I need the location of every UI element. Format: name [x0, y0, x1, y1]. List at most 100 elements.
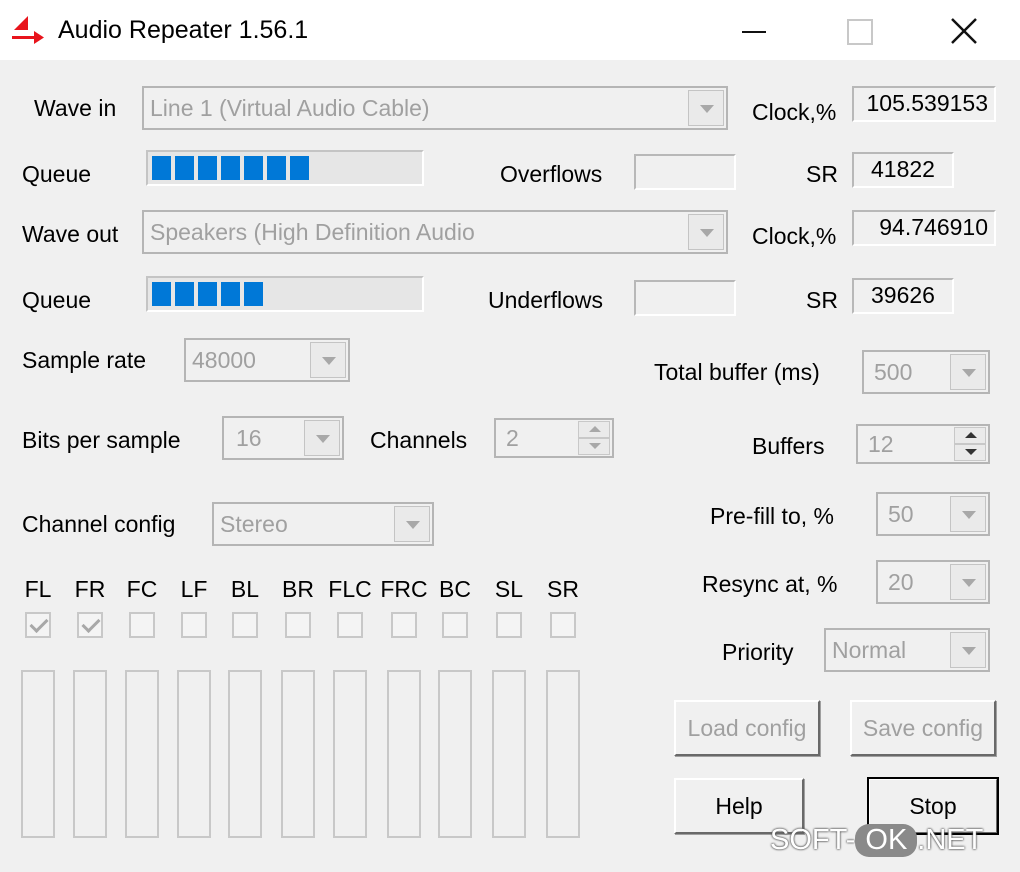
channel-level-meter-fr	[73, 670, 107, 838]
load-config-button[interactable]: Load config	[674, 700, 820, 756]
title-bar: Audio Repeater 1.56.1	[0, 0, 1020, 60]
channel-checkbox-lf[interactable]	[181, 612, 207, 638]
channel-checkbox-bc[interactable]	[442, 612, 468, 638]
channels-stepper[interactable]: 2	[494, 418, 614, 458]
prefill-value: 50	[888, 501, 914, 527]
sample-rate-select[interactable]: 48000	[184, 338, 350, 382]
channels-label: Channels	[370, 427, 468, 453]
channel-checkbox-frc[interactable]	[391, 612, 417, 638]
channel-checkbox-flc[interactable]	[337, 612, 363, 638]
channel-label-sl: SL	[494, 576, 524, 602]
minimize-button[interactable]	[712, 0, 792, 60]
channel-checkbox-br[interactable]	[285, 612, 311, 638]
channel-label-sr: SR	[547, 576, 579, 602]
channel-level-meter-bl	[228, 670, 262, 838]
channel-checkbox-bl[interactable]	[232, 612, 258, 638]
maximize-button[interactable]	[817, 0, 897, 60]
queue-segment	[175, 282, 194, 306]
input-queue-label: Queue	[22, 161, 92, 187]
channel-config-label: Channel config	[22, 511, 176, 537]
input-sr-label: SR	[806, 161, 838, 187]
wave-in-device-value: Line 1 (Virtual Audio Cable)	[150, 95, 430, 121]
channel-label-bl: BL	[230, 576, 260, 602]
underflows-value	[634, 280, 736, 316]
channel-checkbox-fc[interactable]	[129, 612, 155, 638]
channel-label-fr: FR	[74, 576, 106, 602]
channel-config-value: Stereo	[220, 511, 288, 537]
bits-per-sample-value: 16	[236, 425, 262, 451]
total-buffer-value: 500	[874, 359, 913, 385]
channel-label-fc: FC	[126, 576, 158, 602]
channel-level-meter-br	[281, 670, 315, 838]
queue-segment	[198, 156, 217, 180]
sample-rate-label: Sample rate	[22, 347, 147, 373]
overflows-value	[634, 154, 736, 190]
chevron-down-icon[interactable]	[394, 506, 430, 542]
channel-level-meter-sl	[492, 670, 526, 838]
chevron-down-icon[interactable]	[950, 496, 986, 532]
channel-level-meter-bc	[438, 670, 472, 838]
queue-segment	[198, 282, 217, 306]
chevron-down-icon[interactable]	[954, 444, 986, 461]
priority-value: Normal	[832, 637, 907, 663]
bits-per-sample-select[interactable]: 16	[222, 416, 344, 460]
wave-out-clock-value: 94.746910	[852, 210, 996, 246]
channel-checkbox-fl[interactable]	[25, 612, 51, 638]
wave-out-device-value: Speakers (High Definition Audio	[150, 219, 475, 245]
channel-checkbox-sr[interactable]	[550, 612, 576, 638]
save-config-button[interactable]: Save config	[850, 700, 996, 756]
close-button[interactable]	[922, 0, 1002, 60]
close-icon	[951, 18, 977, 44]
watermark-right: .NET	[917, 824, 984, 856]
queue-segment	[221, 282, 240, 306]
total-buffer-label: Total buffer (ms)	[654, 359, 820, 385]
chevron-down-icon[interactable]	[950, 632, 986, 668]
resync-value: 20	[888, 569, 914, 595]
buffers-stepper[interactable]: 12	[856, 424, 990, 464]
chevron-down-icon[interactable]	[688, 90, 724, 126]
chevron-up-icon[interactable]	[578, 421, 610, 438]
red-speaker-arrow-icon	[12, 16, 44, 44]
watermark: SOFT- OK .NET	[770, 824, 983, 857]
priority-select[interactable]: Normal	[824, 628, 990, 672]
chevron-down-icon[interactable]	[950, 354, 986, 390]
chevron-down-icon[interactable]	[950, 564, 986, 600]
wave-in-device-select[interactable]: Line 1 (Virtual Audio Cable)	[142, 86, 728, 130]
total-buffer-select[interactable]: 500	[862, 350, 990, 394]
channel-label-flc: FLC	[328, 576, 372, 602]
queue-segment	[152, 156, 171, 180]
chevron-down-icon[interactable]	[304, 420, 340, 456]
bits-per-sample-label: Bits per sample	[22, 427, 181, 453]
prefill-select[interactable]: 50	[876, 492, 990, 536]
wave-in-clock-value: 105.539153	[852, 86, 996, 122]
queue-segment	[175, 156, 194, 180]
chevron-down-icon[interactable]	[578, 438, 610, 455]
queue-segment	[152, 282, 171, 306]
buffers-value: 12	[868, 431, 894, 457]
watermark-pill: OK	[855, 824, 918, 857]
channel-checkbox-sl[interactable]	[496, 612, 522, 638]
window-title: Audio Repeater 1.56.1	[58, 16, 309, 44]
overflows-label: Overflows	[500, 161, 603, 187]
queue-segment	[221, 156, 240, 180]
queue-segment	[290, 156, 309, 180]
sample-rate-value: 48000	[192, 347, 256, 373]
channel-level-meter-fl	[21, 670, 55, 838]
channel-config-select[interactable]: Stereo	[212, 502, 434, 546]
channel-label-br: BR	[282, 576, 314, 602]
chevron-up-icon[interactable]	[954, 427, 986, 444]
input-sr-value: 41822	[852, 152, 954, 188]
channel-checkbox-fr[interactable]	[77, 612, 103, 638]
channel-level-meter-lf	[177, 670, 211, 838]
resync-label: Resync at, %	[702, 571, 838, 597]
chevron-down-icon[interactable]	[688, 214, 724, 250]
buffers-label: Buffers	[752, 433, 825, 459]
output-sr-label: SR	[806, 287, 838, 313]
underflows-label: Underflows	[488, 287, 604, 313]
resync-select[interactable]: 20	[876, 560, 990, 604]
channel-level-meter-flc	[333, 670, 367, 838]
output-sr-value: 39626	[852, 278, 954, 314]
chevron-down-icon[interactable]	[310, 342, 346, 378]
wave-out-device-select[interactable]: Speakers (High Definition Audio	[142, 210, 728, 254]
channel-level-meter-sr	[546, 670, 580, 838]
